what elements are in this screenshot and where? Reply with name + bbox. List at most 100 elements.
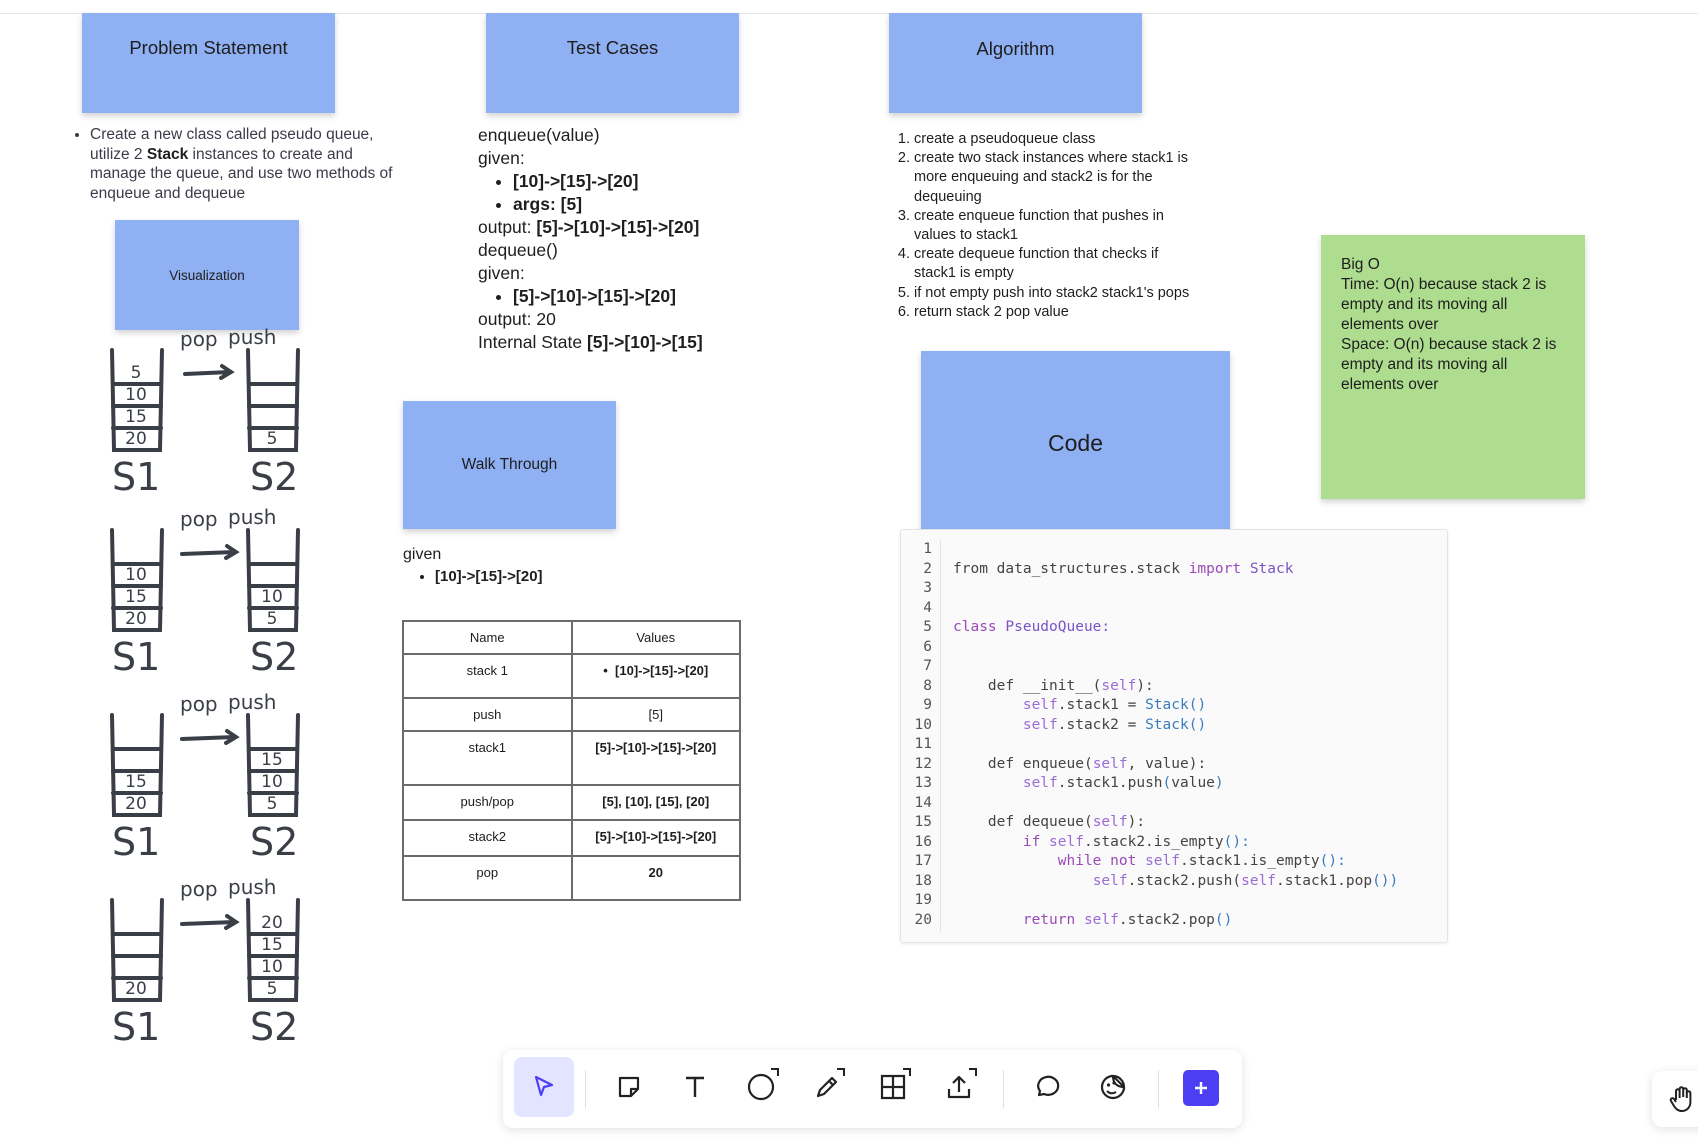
stack-item-label: 15 (125, 407, 147, 427)
algorithm-text[interactable]: create a pseudoqueue class create two st… (896, 130, 1196, 322)
stack-item-label: 5 (267, 429, 278, 449)
table-cell-value: [5], [10], [15], [20] (570, 784, 741, 821)
enqueue-given-item: [10]->[15]->[20] (513, 170, 703, 193)
code-lines: from data_structures.stack import Stack … (953, 540, 1398, 989)
big-o-note[interactable]: Big O Time: O(n) because stack 2 is empt… (1321, 235, 1585, 499)
dequeue-given-item: [5]->[10]->[15]->[20] (513, 285, 703, 308)
arrow-icon (180, 914, 240, 930)
walk-through-note[interactable]: Walk Through (403, 401, 616, 529)
code-note[interactable]: Code (921, 351, 1230, 535)
table-cell-name: stack 1 (402, 653, 573, 699)
stack-item-label: 10 (261, 957, 283, 977)
enqueue-heading: enqueue(value) (478, 125, 600, 145)
sticker-tool[interactable] (1083, 1057, 1143, 1117)
walk-given-label: given (403, 546, 442, 563)
sticky-note-icon (618, 1076, 640, 1098)
test-cases-text[interactable]: enqueue(value) given: [10]->[15]->[20] a… (478, 124, 703, 354)
code-line: if self.stack2.is_empty(): (953, 833, 1250, 850)
pop-caption: pop (180, 692, 218, 716)
table-cell-value: • [10]->[15]->[20] (570, 653, 741, 699)
pop-caption: pop (180, 877, 218, 901)
sticky-note-tool[interactable] (599, 1057, 659, 1117)
s1-label: S1 (112, 635, 160, 679)
s2-label: S2 (250, 820, 298, 864)
line-number-gutter: 1 2 3 4 5 6 7 8 9 10 11 12 13 14 15 16 17 18 19 20 (901, 540, 941, 932)
stack-item-label: 20 (261, 913, 283, 933)
internal-state: Internal State [5]->[10]->[15] (478, 332, 703, 352)
sticker-smiley-icon (1100, 1074, 1126, 1100)
pop-caption: pop (180, 327, 218, 351)
text-tool[interactable] (665, 1057, 725, 1117)
test-cases-title: Test Cases (566, 37, 659, 58)
dequeue-heading: dequeue() (478, 240, 558, 260)
table-cell-value: [5] (570, 697, 741, 732)
code-line: class PseudoQueue: (953, 619, 1111, 635)
walk-through-table[interactable]: Name Values stack 1 • [10]->[15]->[20] p… (402, 620, 741, 901)
algorithm-title: Algorithm (976, 38, 1055, 59)
comment-tool[interactable] (1017, 1057, 1077, 1117)
test-cases-note[interactable]: Test Cases (486, 13, 739, 113)
algorithm-step: create a pseudoqueue class (914, 130, 1196, 149)
table-cell-name: push/pop (402, 784, 573, 821)
stack-item-label: 20 (125, 794, 147, 814)
stack-item-label: 10 (125, 385, 147, 405)
stack-item-label: 15 (125, 772, 147, 792)
table-cell-value: [5]->[10]->[15]->[20] (570, 819, 741, 857)
stack-item-label: 10 (125, 565, 147, 585)
enqueue-args-item: args: [5] (513, 193, 703, 216)
stack-item-label: 20 (125, 979, 147, 999)
code-line: self.stack1.push(value) (1022, 775, 1224, 791)
visualization-sketch: 5101520 5pop pushS1 S2101520105pop pushS1 S21… (110, 325, 300, 1049)
push-caption: push (228, 325, 276, 349)
s2-label: S2 (250, 455, 298, 499)
code-line: def dequeue(self): (953, 814, 1146, 830)
upload-tool[interactable] (929, 1057, 989, 1117)
shape-tool[interactable] (731, 1057, 791, 1117)
problem-statement-text[interactable]: Create a new class called pseudo queue, … (62, 125, 402, 203)
dequeue-output: output: 20 (478, 309, 556, 329)
pop-caption: pop (180, 507, 218, 531)
select-tool[interactable] (514, 1057, 574, 1117)
arrow-icon (183, 364, 235, 380)
visualization-note[interactable]: Visualization (115, 220, 299, 330)
dequeue-given-label: given: (478, 263, 525, 283)
expand-corner-icon (969, 1068, 977, 1076)
expand-corner-icon (903, 1068, 911, 1076)
stack-item-label: 15 (125, 587, 147, 607)
stack-item-label: 20 (125, 609, 147, 629)
big-o-title: Big O (1341, 256, 1380, 273)
arrow-icon (180, 544, 240, 560)
stack-item-label: 15 (261, 750, 283, 770)
stack-item-label: 20 (125, 429, 147, 449)
enqueue-given-label: given: (478, 148, 525, 168)
table-header-values: Values (570, 620, 741, 655)
table-cell-value: 20 (570, 855, 741, 901)
table-tool[interactable] (863, 1057, 923, 1117)
expand-corner-icon (837, 1068, 845, 1076)
code-line: self.stack1 = Stack() (1022, 697, 1207, 713)
code-line: self.stack2.push(self.stack1.pop()) (1092, 872, 1399, 889)
table-cell-name: pop (402, 855, 573, 901)
comment-bubble-icon (1037, 1075, 1060, 1097)
stack-item-label: 5 (267, 794, 278, 814)
s2-label: S2 (250, 1005, 298, 1049)
algorithm-note[interactable]: Algorithm (889, 13, 1142, 113)
big-o-space: Space: O(n) because stack 2 is empty and… (1341, 336, 1557, 393)
pen-tool[interactable] (797, 1057, 857, 1117)
arrow-icon (180, 729, 240, 745)
add-button[interactable] (1183, 1070, 1219, 1106)
problem-statement-note[interactable]: Problem Statement (82, 13, 335, 113)
cursor-arrow-icon (534, 1075, 554, 1097)
algorithm-step: create two stack instances where stack1 … (914, 149, 1196, 207)
s1-label: S1 (112, 820, 160, 864)
walk-through-given[interactable]: given [10]->[15]->[20] (403, 544, 543, 588)
enqueue-output: output: [5]->[10]->[15]->[20] (478, 217, 700, 237)
code-block[interactable]: 1 2 3 4 5 6 7 8 9 10 11 12 13 14 15 16 17 18 19 20 from dat… (900, 529, 1448, 943)
algorithm-step: if not empty push into stack2 stack1's p… (914, 284, 1196, 303)
visualization-title: Visualization (169, 267, 245, 283)
hand-pan-button[interactable] (1652, 1071, 1698, 1127)
upload-icon (947, 1075, 971, 1099)
algorithm-step: create dequeue function that checks if s… (914, 245, 1196, 283)
stack-item-label: 10 (261, 772, 283, 792)
walk-through-title: Walk Through (461, 456, 558, 473)
